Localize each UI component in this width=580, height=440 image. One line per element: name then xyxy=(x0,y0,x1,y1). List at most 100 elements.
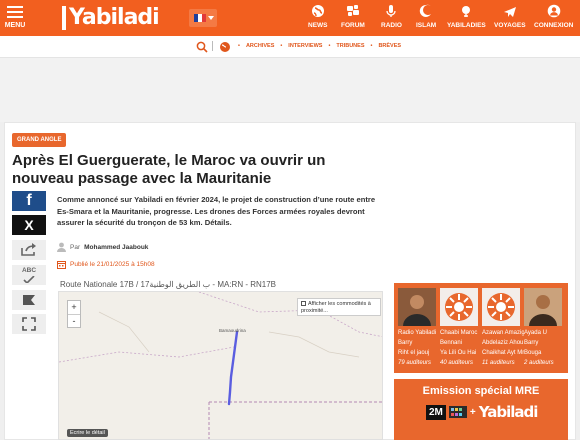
nav-news[interactable]: NEWS xyxy=(308,4,328,29)
publish-date: Publié le 21/01/2025 à 15h08 xyxy=(57,260,155,269)
promo-logos: 2M + Yabiladi xyxy=(426,403,539,421)
islam-icon xyxy=(419,4,433,18)
french-flag-icon xyxy=(194,14,206,22)
author-prefix: Par xyxy=(70,243,81,251)
spellcheck-icon: ABC xyxy=(22,267,36,285)
sub-navigation: • ARCHIVES • INTERVIEWS • TRIBUNES • BRÈ… xyxy=(0,36,580,58)
globe-icon[interactable] xyxy=(219,40,231,58)
station-host: Bennani xyxy=(440,340,463,346)
radio-station-info[interactable]: Ayada U Barry Bouga 2 auditeurs xyxy=(524,328,566,368)
map-edit-link[interactable]: Ecrire le détail xyxy=(67,429,108,437)
x-icon: X xyxy=(24,217,34,233)
link-tribunes[interactable]: TRIBUNES xyxy=(336,43,364,49)
share-icon xyxy=(21,243,36,256)
author-name[interactable]: Mohammed Jaabouk xyxy=(84,244,148,251)
article-title: Après El Guerguerate, le Maroc va ouvrir… xyxy=(12,152,326,187)
zoom-in-button[interactable]: + xyxy=(68,301,80,315)
link-archives[interactable]: ARCHIVES xyxy=(246,43,274,49)
site-logo[interactable]: Yabiladi xyxy=(62,6,160,30)
nav-voyages-label: VOYAGES xyxy=(494,22,526,29)
divider xyxy=(212,41,213,51)
station-host: Barry xyxy=(524,340,539,346)
station-track: Ya Lili Ou Hai xyxy=(440,350,477,356)
sub-navigation-links: • ARCHIVES • INTERVIEWS • TRIBUNES • BRÈ… xyxy=(238,43,401,49)
amenities-toggle[interactable]: Afficher les commodités à proximité... xyxy=(297,298,381,316)
spellcheck-button[interactable]: ABC xyxy=(12,265,46,285)
search-icon[interactable] xyxy=(196,40,208,58)
globe-icon xyxy=(311,4,325,18)
zoom-control: + - xyxy=(67,300,81,328)
x-share-button[interactable]: X xyxy=(12,215,46,235)
radio-station-info[interactable]: Radio Yabiladi Barry Riht el jaouj 79 au… xyxy=(398,328,440,368)
link-breves[interactable]: BRÈVES xyxy=(378,43,401,49)
language-selector[interactable] xyxy=(189,9,217,27)
station-host: Barry xyxy=(398,340,413,346)
forum-icon xyxy=(346,4,360,18)
author-line: Par Mohammed Jaabouk xyxy=(57,242,148,252)
checkbox[interactable] xyxy=(301,301,306,307)
station-track: Riht el jaouj xyxy=(398,350,430,356)
radio-thumb-ayada[interactable] xyxy=(524,288,562,326)
station-name: Radio Yabiladi xyxy=(398,330,437,336)
nav-connexion-label: CONNEXION xyxy=(534,22,574,29)
route-map[interactable]: + - Afficher les commodités à proximité.… xyxy=(58,291,383,440)
user-icon xyxy=(547,4,561,18)
nav-islam[interactable]: ISLAM xyxy=(416,4,436,29)
station-name: Ayada U xyxy=(524,330,547,336)
link-interviews[interactable]: INTERVIEWS xyxy=(288,43,322,49)
radio-thumb-azawan[interactable] xyxy=(482,288,520,326)
nav-connexion[interactable]: CONNEXION xyxy=(534,4,573,29)
facebook-share-button[interactable]: f xyxy=(12,191,46,211)
nav-radio-label: RADIO xyxy=(381,22,402,29)
avatar xyxy=(398,288,436,326)
nav-forum-label: FORUM xyxy=(341,22,365,29)
flag-icon xyxy=(23,295,35,305)
map-place-label: Bamaoudrina xyxy=(219,328,246,333)
radio-thumb-yabiladi[interactable] xyxy=(398,288,436,326)
nav-radio[interactable]: RADIO xyxy=(381,4,402,29)
yabiladi-logo: Yabiladi xyxy=(478,403,539,421)
nav-islam-label: ISLAM xyxy=(416,22,437,29)
nav-forum[interactable]: FORUM xyxy=(341,4,365,29)
publish-date-text: Publié le 21/01/2025 à 15h08 xyxy=(70,261,155,268)
radio-logo-icon xyxy=(482,288,520,326)
nav-yabiladies[interactable]: YABILADIES xyxy=(447,4,486,29)
yabiladies-icon xyxy=(459,4,473,18)
avatar xyxy=(524,288,562,326)
tv-pattern-icon xyxy=(448,406,467,418)
radio-panel: Radio Yabiladi Barry Riht el jaouj 79 au… xyxy=(394,283,568,373)
plane-icon xyxy=(503,4,517,18)
station-name: Chaabi Maroc xyxy=(440,330,478,336)
bullet: • xyxy=(328,43,331,49)
map-title: Route Nationale 17B / 17ب الطريق الوطنية… xyxy=(60,280,276,289)
radio-station-info[interactable]: Azawan Amazigh Abdelaziz Ahou Chaikhat A… xyxy=(482,328,524,368)
share-button[interactable] xyxy=(12,240,46,260)
station-listeners: 40 auditeurs xyxy=(440,360,474,366)
2m-logo: 2M xyxy=(426,404,446,420)
hamburger-icon xyxy=(7,6,23,18)
radio-station-info[interactable]: Chaabi Maroc Bennani Ya Lili Ou Hai 40 a… xyxy=(440,328,482,368)
category-tag[interactable]: GRAND ANGLE xyxy=(12,133,67,147)
comment-button[interactable] xyxy=(12,290,46,310)
radio-thumb-chaabi[interactable] xyxy=(440,288,478,326)
facebook-icon: f xyxy=(26,192,32,209)
nav-voyages[interactable]: VOYAGES xyxy=(494,4,526,29)
zoom-out-button[interactable]: - xyxy=(68,315,80,328)
nav-yabiladies-label: YABILADIES xyxy=(447,22,486,29)
fullscreen-icon xyxy=(22,317,36,331)
station-track: Bouga xyxy=(524,350,542,356)
ad-area xyxy=(0,58,580,122)
calendar-icon xyxy=(57,261,66,269)
bullet: • xyxy=(280,43,283,49)
microphone-icon xyxy=(384,4,398,18)
fullscreen-button[interactable] xyxy=(12,314,46,334)
plus-sign: + xyxy=(469,406,476,418)
user-icon xyxy=(57,242,66,252)
top-bar: MENU Yabiladi NEWS FORUM RADIO ISLAM YAB… xyxy=(0,0,580,36)
mre-promo[interactable]: Emission spécial MRE 2M + Yabiladi xyxy=(394,379,568,440)
station-listeners: 79 auditeurs xyxy=(398,360,432,366)
nav-news-label: NEWS xyxy=(308,22,328,29)
station-host: Abdelaziz Ahou xyxy=(482,340,524,346)
menu-button[interactable]: MENU xyxy=(4,6,26,29)
promo-title: Emission spécial MRE xyxy=(422,385,540,397)
